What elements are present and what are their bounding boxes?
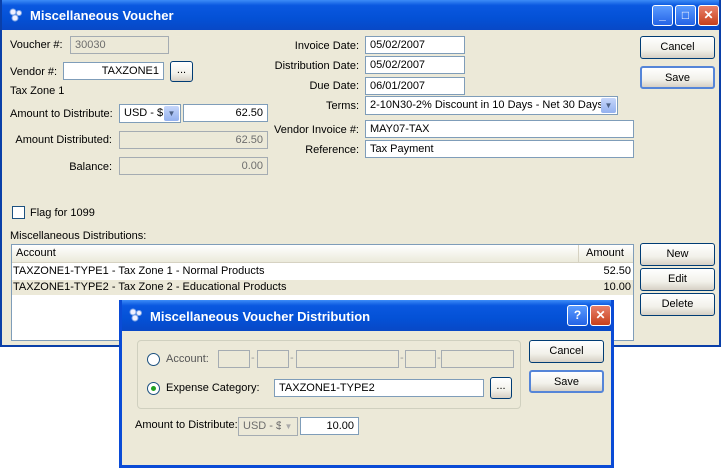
account-label: Account: — [166, 353, 209, 365]
dialog-currency-value: USD - $ — [243, 420, 283, 432]
distribution-date-label: Distribution Date: — [274, 60, 359, 72]
row-amount: 52.50 — [603, 265, 631, 277]
voucher-number-field: 30030 — [70, 36, 169, 54]
invoice-date-input[interactable]: 05/02/2007 — [365, 36, 465, 54]
column-account[interactable]: Account — [16, 247, 56, 259]
table-row[interactable]: TAXZONE1-TYPE1 - Tax Zone 1 - Normal Pro… — [12, 264, 633, 279]
maximize-button[interactable]: □ — [675, 5, 696, 26]
main-window: Miscellaneous Voucher _ □ ✕ Voucher #: 3… — [0, 0, 721, 347]
vendor-label: Vendor #: — [10, 66, 58, 78]
row-amount: 10.00 — [603, 281, 631, 293]
dialog-amount-input[interactable]: 10.00 — [300, 417, 359, 435]
account-segment-3 — [296, 350, 399, 368]
amount-distributed-field: 62.50 — [119, 131, 268, 149]
expense-category-radio[interactable] — [147, 382, 160, 395]
close-button[interactable]: ✕ — [698, 5, 719, 26]
vendor-name-text: Tax Zone 1 — [10, 85, 65, 97]
minimize-button[interactable]: _ — [652, 5, 673, 26]
dialog-cancel-button[interactable]: Cancel — [529, 340, 604, 363]
segment-separator: - — [251, 352, 255, 364]
expense-category-input[interactable]: TAXZONE1-TYPE2 — [274, 379, 484, 397]
terms-label: Terms: — [326, 100, 359, 112]
due-date-label: Due Date: — [309, 80, 359, 92]
source-group: Account: - - - - Expense Category: TAXZO… — [137, 340, 521, 409]
close-icon: ✕ — [703, 8, 714, 22]
window-title: Miscellaneous Voucher — [30, 8, 174, 23]
amount-to-distribute-label: Amount to Distribute: — [10, 108, 113, 120]
column-divider — [578, 245, 579, 262]
account-segment-1 — [218, 350, 250, 368]
vendor-invoice-label: Vendor Invoice #: — [273, 124, 359, 136]
app-logo-icon — [9, 8, 22, 22]
account-segment-5 — [441, 350, 514, 368]
balance-field: 0.00 — [119, 157, 268, 175]
currency-select-value: USD - $ — [124, 107, 164, 119]
amount-distributed-label: Amount Distributed: — [15, 134, 112, 146]
account-segment-4 — [405, 350, 436, 368]
expense-category-lookup-button[interactable]: ... — [490, 377, 512, 399]
dialog-currency-select: USD - $ ▼ — [238, 417, 298, 436]
voucher-label: Voucher #: — [10, 39, 63, 51]
help-icon: ? — [573, 308, 582, 322]
dialog-title: Miscellaneous Voucher Distribution — [150, 309, 371, 324]
delete-button[interactable]: Delete — [640, 293, 715, 316]
minimize-icon: _ — [659, 8, 666, 22]
distribution-date-input[interactable]: 05/02/2007 — [365, 56, 465, 74]
invoice-date-label: Invoice Date: — [294, 40, 359, 52]
flag-1099-checkbox[interactable] — [12, 206, 25, 219]
dialog-save-button[interactable]: Save — [529, 370, 604, 393]
balance-label: Balance: — [69, 161, 112, 173]
chevron-down-icon: ▼ — [601, 98, 616, 113]
help-button[interactable]: ? — [567, 305, 588, 326]
vendor-number-input[interactable]: TAXZONE1 — [63, 62, 164, 80]
row-account: TAXZONE1-TYPE2 - Tax Zone 2 - Educationa… — [13, 281, 287, 293]
currency-select[interactable]: USD - $ ▼ — [119, 104, 181, 123]
title-bar[interactable]: Miscellaneous Voucher _ □ ✕ — [2, 0, 719, 30]
app-logo-icon — [129, 308, 142, 322]
due-date-input[interactable]: 06/01/2007 — [365, 77, 465, 95]
dialog-close-button[interactable]: ✕ — [590, 305, 611, 326]
vendor-invoice-input[interactable]: MAY07-TAX — [365, 120, 634, 138]
account-segment-2 — [257, 350, 289, 368]
vendor-lookup-button[interactable]: ... — [170, 61, 193, 82]
cancel-button[interactable]: Cancel — [640, 36, 715, 59]
close-icon: ✕ — [595, 308, 606, 322]
terms-select[interactable]: 2-10N30-2% Discount in 10 Days - Net 30 … — [365, 96, 618, 115]
segment-separator: - — [290, 352, 294, 364]
distributions-label: Miscellaneous Distributions: — [10, 230, 147, 242]
row-account: TAXZONE1-TYPE1 - Tax Zone 1 - Normal Pro… — [13, 265, 265, 277]
chevron-down-icon: ▼ — [164, 106, 179, 121]
column-amount[interactable]: Amount — [586, 247, 624, 259]
reference-input[interactable]: Tax Payment — [365, 140, 634, 158]
edit-button[interactable]: Edit — [640, 268, 715, 291]
segment-separator: - — [400, 352, 404, 364]
distribution-dialog: Miscellaneous Voucher Distribution ? ✕ A… — [119, 300, 614, 468]
terms-select-value: 2-10N30-2% Discount in 10 Days - Net 30 … — [370, 99, 603, 111]
chevron-down-icon: ▼ — [281, 419, 296, 434]
dialog-amount-label: Amount to Distribute: — [135, 419, 238, 431]
save-button[interactable]: Save — [640, 66, 715, 89]
table-row[interactable]: TAXZONE1-TYPE2 - Tax Zone 2 - Educationa… — [12, 280, 633, 295]
radio-selected-dot — [151, 386, 156, 391]
maximize-icon: □ — [681, 8, 690, 22]
reference-label: Reference: — [305, 144, 359, 156]
new-button[interactable]: New — [640, 243, 715, 266]
dialog-title-bar[interactable]: Miscellaneous Voucher Distribution ? ✕ — [122, 300, 611, 331]
table-header: Account Amount — [12, 245, 633, 263]
account-radio[interactable] — [147, 353, 160, 366]
expense-category-label: Expense Category: — [166, 382, 260, 394]
flag-1099-label: Flag for 1099 — [30, 207, 95, 219]
